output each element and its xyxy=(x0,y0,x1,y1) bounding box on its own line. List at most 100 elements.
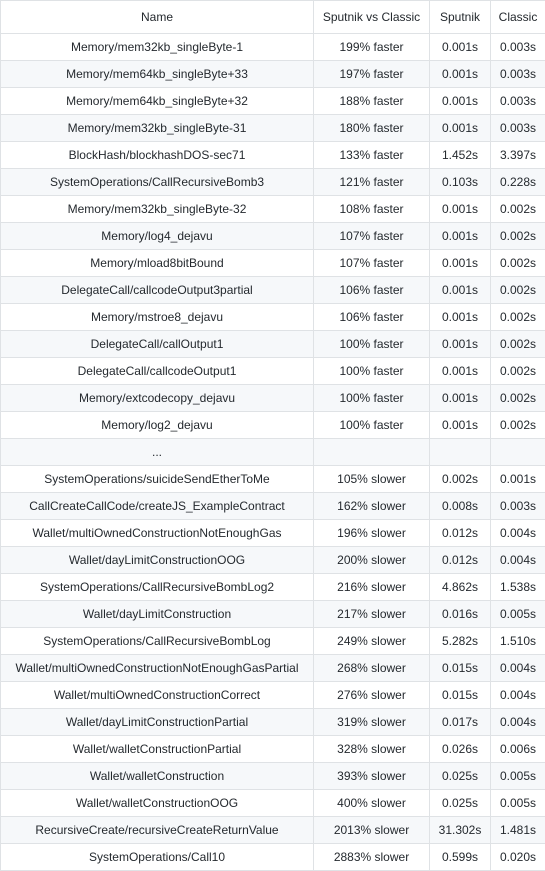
cell-name: Wallet/multiOwnedConstructionNotEnoughGa… xyxy=(0,519,314,547)
cell-name: ... xyxy=(0,438,314,466)
header-classic: Classic xyxy=(490,0,545,34)
table-row: Wallet/walletConstruction 393% slower 0.02… xyxy=(0,762,545,790)
cell-classic-time: 0.004s xyxy=(490,519,545,547)
cell-comparison: 162% slower xyxy=(313,492,430,520)
cell-classic-time: 1.510s xyxy=(490,627,545,655)
cell-comparison: 100% faster xyxy=(313,411,430,439)
cell-name: SystemOperations/CallRecursiveBombLog xyxy=(0,627,314,655)
cell-sputnik-time: 0.008s xyxy=(429,492,491,520)
cell-comparison: 2013% slower xyxy=(313,816,430,844)
cell-sputnik-time xyxy=(429,438,491,466)
table-header: Name Sputnik vs Classic Sputnik Classic xyxy=(0,0,545,34)
cell-comparison: 217% slower xyxy=(313,600,430,628)
cell-comparison: 107% faster xyxy=(313,222,430,250)
cell-comparison: 197% faster xyxy=(313,60,430,88)
cell-name: DelegateCall/callOutput1 xyxy=(0,330,314,358)
cell-name: CallCreateCallCode/createJS_ExampleContr… xyxy=(0,492,314,520)
cell-sputnik-time: 0.599s xyxy=(429,843,491,871)
cell-classic-time: 0.002s xyxy=(490,303,545,331)
cell-comparison: 200% slower xyxy=(313,546,430,574)
cell-classic-time: 3.397s xyxy=(490,141,545,169)
cell-name: Memory/log4_dejavu xyxy=(0,222,314,250)
cell-name: Memory/mem64kb_singleByte+33 xyxy=(0,60,314,88)
cell-comparison: 249% slower xyxy=(313,627,430,655)
cell-name: Memory/mem32kb_singleByte-1 xyxy=(0,33,314,61)
cell-comparison: 199% faster xyxy=(313,33,430,61)
cell-sputnik-time: 0.001s xyxy=(429,114,491,142)
cell-comparison: 2883% slower xyxy=(313,843,430,871)
cell-name: Memory/mem32kb_singleByte-31 xyxy=(0,114,314,142)
cell-name: Memory/mem32kb_singleByte-32 xyxy=(0,195,314,223)
cell-name: SystemOperations/CallRecursiveBombLog2 xyxy=(0,573,314,601)
cell-sputnik-time: 0.001s xyxy=(429,357,491,385)
cell-sputnik-time: 0.001s xyxy=(429,249,491,277)
cell-classic-time: 0.004s xyxy=(490,546,545,574)
cell-comparison: 400% slower xyxy=(313,789,430,817)
cell-classic-time: 0.003s xyxy=(490,60,545,88)
cell-comparison: 100% faster xyxy=(313,357,430,385)
cell-sputnik-time: 0.025s xyxy=(429,789,491,817)
cell-comparison: 108% faster xyxy=(313,195,430,223)
cell-classic-time: 0.002s xyxy=(490,222,545,250)
cell-sputnik-time: 4.862s xyxy=(429,573,491,601)
cell-comparison: 121% faster xyxy=(313,168,430,196)
table-row: Wallet/dayLimitConstruction 217% slower 0.… xyxy=(0,600,545,628)
table-row: Wallet/walletConstructionOOG 400% slower 0… xyxy=(0,789,545,817)
table-row: DelegateCall/callOutput1 100% faster 0.001… xyxy=(0,330,545,358)
header-sputnik: Sputnik xyxy=(429,0,491,34)
cell-name: SystemOperations/CallRecursiveBomb3 xyxy=(0,168,314,196)
cell-comparison: 268% slower xyxy=(313,654,430,682)
cell-name: SystemOperations/Call10 xyxy=(0,843,314,871)
cell-sputnik-time: 0.026s xyxy=(429,735,491,763)
header-name: Name xyxy=(0,0,314,34)
cell-name: Wallet/dayLimitConstructionOOG xyxy=(0,546,314,574)
cell-classic-time: 0.005s xyxy=(490,789,545,817)
cell-sputnik-time: 0.001s xyxy=(429,330,491,358)
cell-comparison xyxy=(313,438,430,466)
cell-comparison: 328% slower xyxy=(313,735,430,763)
cell-sputnik-time: 0.001s xyxy=(429,411,491,439)
cell-sputnik-time: 0.001s xyxy=(429,384,491,412)
cell-classic-time: 0.002s xyxy=(490,384,545,412)
cell-classic-time: 0.004s xyxy=(490,654,545,682)
header-comparison: Sputnik vs Classic xyxy=(313,0,430,34)
cell-comparison: 276% slower xyxy=(313,681,430,709)
cell-name: Wallet/multiOwnedConstructionCorrect xyxy=(0,681,314,709)
cell-classic-time: 0.002s xyxy=(490,357,545,385)
cell-name: SystemOperations/suicideSendEtherToMe xyxy=(0,465,314,493)
table-row: Memory/mstroe8_dejavu 106% faster 0.001s 0.… xyxy=(0,303,545,331)
table-row: Wallet/dayLimitConstructionOOG 200% slowe… xyxy=(0,546,545,574)
table-row: Memory/mem32kb_singleByte-1 199% faster 0.… xyxy=(0,33,545,61)
cell-classic-time: 0.228s xyxy=(490,168,545,196)
benchmark-table: Name Sputnik vs Classic Sputnik Classic … xyxy=(0,0,545,871)
cell-name: Memory/mload8bitBound xyxy=(0,249,314,277)
cell-sputnik-time: 0.001s xyxy=(429,195,491,223)
cell-comparison: 188% faster xyxy=(313,87,430,115)
table-row: RecursiveCreate/recursiveCreateReturnVal… xyxy=(0,816,545,844)
cell-classic-time: 0.002s xyxy=(490,276,545,304)
table-row: Memory/mload8bitBound 107% faster 0.001s 0.… xyxy=(0,249,545,277)
cell-name: Wallet/walletConstruction xyxy=(0,762,314,790)
table-row: SystemOperations/CallRecursiveBombLog 249… xyxy=(0,627,545,655)
table-row: Wallet/multiOwnedConstructionCorrect 276%… xyxy=(0,681,545,709)
cell-sputnik-time: 0.001s xyxy=(429,303,491,331)
table-row: DelegateCall/callcodeOutput1 100% faster 0… xyxy=(0,357,545,385)
table-row: Memory/mem64kb_singleByte+33 197% faster 0… xyxy=(0,60,545,88)
cell-classic-time: 1.538s xyxy=(490,573,545,601)
cell-classic-time: 0.004s xyxy=(490,681,545,709)
cell-sputnik-time: 0.001s xyxy=(429,87,491,115)
cell-classic-time xyxy=(490,438,545,466)
cell-classic-time: 0.001s xyxy=(490,465,545,493)
cell-sputnik-time: 0.001s xyxy=(429,222,491,250)
cell-classic-time: 0.006s xyxy=(490,735,545,763)
cell-comparison: 196% slower xyxy=(313,519,430,547)
cell-classic-time: 1.481s xyxy=(490,816,545,844)
table-row: Memory/mem32kb_singleByte-31 180% faster 0… xyxy=(0,114,545,142)
cell-name: DelegateCall/callcodeOutput1 xyxy=(0,357,314,385)
cell-classic-time: 0.004s xyxy=(490,708,545,736)
table-row: SystemOperations/CallRecursiveBomb3 121% … xyxy=(0,168,545,196)
table-row: Wallet/multiOwnedConstructionNotEnoughGa… xyxy=(0,519,545,547)
table-row: Memory/mem32kb_singleByte-32 108% faster 0… xyxy=(0,195,545,223)
cell-sputnik-time: 0.012s xyxy=(429,519,491,547)
cell-name: Memory/log2_dejavu xyxy=(0,411,314,439)
